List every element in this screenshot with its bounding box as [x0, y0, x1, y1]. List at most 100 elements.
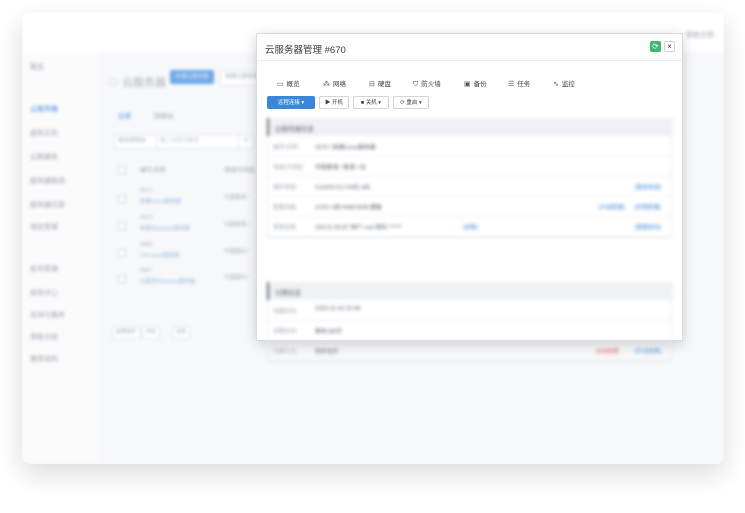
row-value: vCPU 4核 RAM 8GB 硬盘: [315, 205, 382, 211]
row-name[interactable]: 新建Linux服务器: [140, 197, 181, 205]
info-row: 地域/可用区 中国香港 / 香港一区: [267, 156, 671, 177]
manual-renew-link[interactable]: [手动续费]: [635, 346, 661, 355]
row-value: #670 / 新建Linux服务器: [315, 145, 376, 151]
tab-firewall[interactable]: ⛉ 防火墙: [413, 78, 441, 89]
section-basic-header: 云服务器信息: [267, 118, 673, 136]
row-checkbox[interactable]: [118, 195, 126, 203]
row-checkbox[interactable]: [118, 249, 126, 257]
billing-row: 到期时间 剩余180天: [267, 320, 671, 341]
row-region: 中国国内 /: [224, 249, 250, 255]
create-server-button[interactable]: 新建云服务器: [170, 70, 214, 84]
row-id: #666: [140, 242, 153, 248]
tab-network-label: 网络: [333, 81, 346, 88]
reset-password-link[interactable]: [重置密码]: [635, 222, 661, 231]
row-region: 中国国内 /: [224, 275, 250, 281]
tab-backup-label: 备份: [473, 81, 487, 88]
row-value: 中国香港 / 香港一区: [315, 165, 367, 171]
sidebar-item-overview[interactable]: 概览: [30, 62, 44, 72]
sidebar-item-rent[interactable]: 服务器租用: [30, 176, 65, 186]
bulk-power-on-button[interactable]: 开机: [142, 326, 161, 339]
remote-connect-button[interactable]: 远程连接 ▾: [267, 96, 315, 109]
tab-tasks[interactable]: ☰ 任务: [508, 78, 530, 88]
filter-select[interactable]: 按名称筛选: [114, 134, 157, 149]
tab-network[interactable]: ⁂ 网络: [323, 78, 346, 88]
close-icon[interactable]: ×: [664, 41, 675, 52]
sidebar-item-database[interactable]: 云数据库: [30, 152, 58, 162]
row-value: 2023-11-02 20:48: [315, 306, 361, 312]
sidebar-item-virtual-host[interactable]: 虚拟主机: [30, 128, 58, 138]
server-manage-modal: 云服务器管理 #670 ⟳ × ▭ 概览 ⁂ 网络 ⊟ 硬盘 ⛉ 防火墙 ▣ 备份 ☰ 任务…: [256, 33, 683, 362]
row-region: 中国香港 /: [224, 195, 250, 201]
disk-icon: ⊟: [369, 81, 375, 88]
tab-recycle[interactable]: 回收站: [154, 110, 174, 120]
sidebar-item-account[interactable]: 账号管理: [30, 264, 58, 274]
row-label: 操作系统: [273, 185, 297, 191]
sidebar-item-support[interactable]: 支持与服务: [30, 310, 65, 320]
row-label: 创建时间: [273, 309, 297, 315]
info-row: 配置规格 vCPU 4核 RAM 8GB 硬盘 [升级配置] [变更配置]: [267, 196, 671, 217]
bulk-power-off-button[interactable]: 关机: [172, 326, 191, 339]
shield-icon: ⛉: [413, 81, 419, 88]
billing-row: 付费方式 包年包月 自动续费 [手动续费]: [267, 340, 671, 361]
info-row: 编号/名称 #670 / 新建Linux服务器: [267, 136, 671, 157]
sidebar-item-finance[interactable]: 财务中心: [30, 288, 58, 298]
tab-overview-label: 概览: [286, 81, 300, 88]
sidebar: 概览 云服务器 虚拟主机 云数据库 服务器租用 服务器托管 域名管理 账号管理 …: [22, 52, 101, 464]
restart-button[interactable]: ⟳ 重启 ▾: [393, 96, 429, 109]
select-all-checkbox[interactable]: [118, 166, 126, 174]
row-label: 登录信息: [273, 225, 297, 231]
monitor-pulse-icon: ∿: [553, 81, 559, 88]
batch-action-button[interactable]: 批量操作: [112, 326, 141, 339]
billing-row: 创建时间 2023-11-02 20:48: [267, 300, 671, 321]
search-icon[interactable]: ⚲: [238, 134, 254, 149]
row-id: #673: [140, 215, 153, 221]
backup-icon: ▣: [464, 81, 471, 88]
refresh-icon[interactable]: ⟳: [650, 41, 661, 52]
row-label: 付费方式: [273, 349, 297, 355]
tab-monitor-label: 监控: [561, 81, 575, 88]
row-name[interactable]: 新建Windows服务器: [140, 224, 190, 232]
tab-disk[interactable]: ⊟ 硬盘: [369, 78, 391, 88]
top-help-link[interactable]: 帮助文档: [686, 30, 714, 40]
row-label: 地域/可用区: [273, 165, 304, 171]
row-checkbox[interactable]: [118, 222, 126, 230]
tab-tasks-label: 任务: [517, 81, 531, 88]
view-password-link[interactable]: [查看]: [463, 222, 478, 231]
upgrade-link[interactable]: [升级配置]: [599, 202, 625, 211]
power-on-button[interactable]: ▶ 开机: [319, 96, 349, 109]
sidebar-item-docs[interactable]: 帮助文档: [30, 332, 58, 342]
row-name[interactable]: 云服务Windows服务器: [140, 277, 195, 285]
row-value: 包年包月: [315, 349, 339, 355]
tab-disk-label: 硬盘: [377, 81, 391, 88]
modal-tabs: ▭ 概览 ⁂ 网络 ⊟ 硬盘 ⛉ 防火墙 ▣ 备份 ☰ 任务 ∿ 监控: [257, 78, 682, 90]
row-name[interactable]: CN-Linux服务器: [140, 251, 179, 259]
reinstall-link[interactable]: [重装系统]: [635, 182, 661, 191]
sidebar-item-domain[interactable]: 域名管理: [30, 222, 58, 232]
row-checkbox[interactable]: [118, 275, 126, 283]
sidebar-item-cloud-server[interactable]: 云服务器: [30, 104, 58, 114]
section-billing-header: 付费信息: [267, 282, 673, 300]
sidebar-item-colo[interactable]: 服务器托管: [30, 200, 65, 210]
network-icon: ⁂: [323, 81, 330, 88]
tab-monitor[interactable]: ∿ 监控: [553, 78, 575, 88]
search-input[interactable]: 输入名称关键词: [156, 134, 239, 149]
change-config-link[interactable]: [变更配置]: [635, 202, 661, 211]
power-off-button[interactable]: ■ 关机 ▾: [353, 96, 389, 109]
row-id: #672: [140, 188, 153, 194]
tab-all[interactable]: 全部: [118, 110, 131, 120]
tasks-icon: ☰: [508, 81, 515, 88]
tab-backup[interactable]: ▣ 备份: [464, 78, 487, 88]
row-id: #667: [140, 268, 153, 274]
modal-title: 云服务器管理 #670: [265, 45, 346, 56]
page-title: ☁ 云服务器: [108, 77, 167, 89]
column-header-region: 地域/可用区: [224, 168, 256, 174]
sidebar-item-referral[interactable]: 推荐返利: [30, 354, 58, 364]
page-title-text: 云服务器: [122, 77, 167, 89]
row-label: 到期时间: [273, 329, 297, 335]
row-value: 103.21.55.87 用户 root 密码 ******: [315, 225, 403, 231]
tab-overview[interactable]: ▭ 概览: [277, 78, 300, 88]
tab-firewall-label: 防火墙: [421, 81, 441, 88]
row-label: 配置规格: [273, 205, 297, 211]
auto-renew-toggle[interactable]: 自动续费: [596, 346, 619, 355]
modal-header: 云服务器管理 #670 ⟳ ×: [257, 34, 682, 61]
